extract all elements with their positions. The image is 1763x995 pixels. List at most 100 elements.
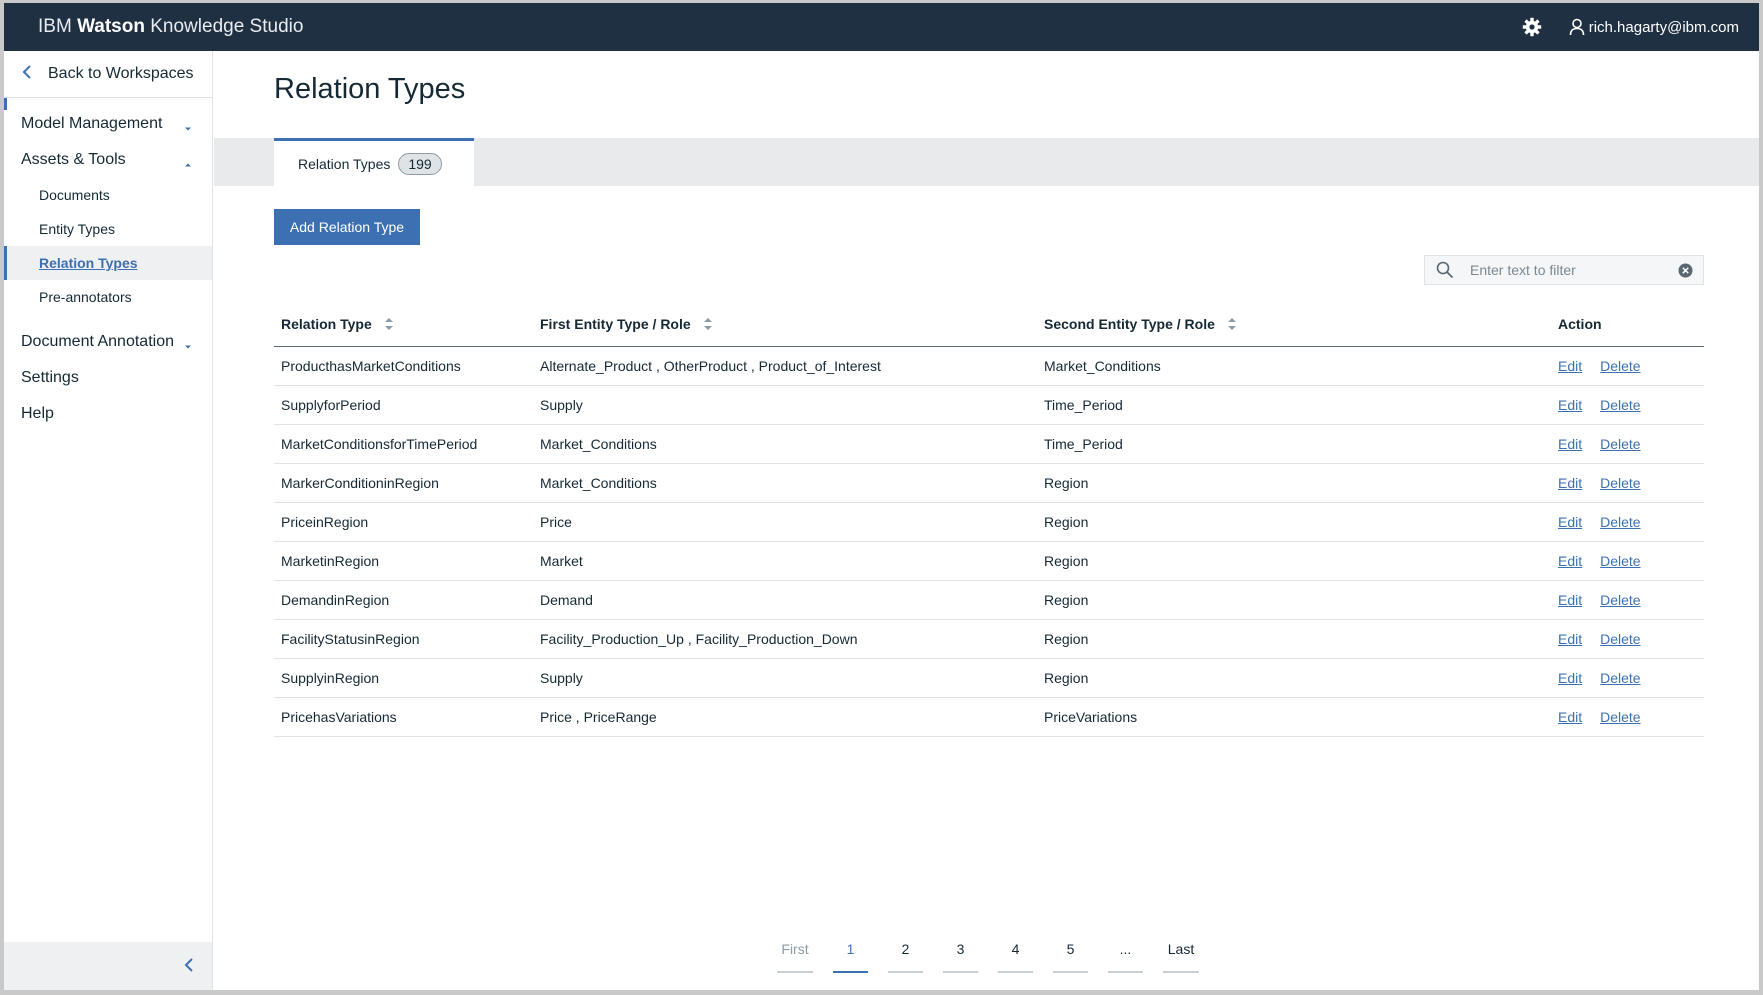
chevron-left-icon (184, 957, 194, 976)
clear-icon[interactable] (1678, 263, 1693, 278)
relation-type-cell: MarkerConditioninRegion (281, 475, 439, 491)
second-entity-cell: Region (1044, 592, 1089, 608)
relation-type-cell: DemandinRegion (281, 592, 390, 608)
delete-link[interactable]: Delete (1600, 553, 1640, 569)
sort-icon[interactable] (703, 317, 713, 331)
table-row: MarketinRegion Market Region Edit Delete (274, 542, 1704, 581)
pagination-page[interactable]: 5 (1053, 941, 1088, 973)
action-cell: Edit Delete (1551, 553, 1704, 569)
delete-link[interactable]: Delete (1600, 631, 1640, 647)
delete-link[interactable]: Delete (1600, 436, 1640, 452)
pagination-first[interactable]: First (777, 941, 813, 973)
delete-link[interactable]: Delete (1600, 514, 1640, 530)
filter-input[interactable] (1470, 262, 1670, 278)
tab-label: Relation Types (298, 155, 391, 172)
pagination-ellipsis[interactable]: ... (1108, 941, 1143, 973)
column-header-first-entity[interactable]: First Entity Type / Role (533, 316, 1037, 332)
table-row: MarketConditionsforTimePeriod Market_Con… (274, 425, 1704, 464)
delete-link[interactable]: Delete (1600, 670, 1640, 686)
second-entity-cell: Region (1044, 475, 1089, 491)
edit-link[interactable]: Edit (1558, 475, 1582, 491)
edit-link[interactable]: Edit (1558, 397, 1582, 413)
back-label: Back to Workspaces (48, 65, 194, 82)
sidebar-item-document-annotation[interactable]: Document Annotation (4, 324, 212, 360)
edit-link[interactable]: Edit (1558, 514, 1582, 530)
second-entity-cell: Region (1044, 514, 1089, 530)
user-menu[interactable]: rich.hagarty@ibm.com (1569, 18, 1739, 36)
caret-down-icon (184, 120, 192, 131)
sub-label: Documents (39, 187, 110, 203)
delete-link[interactable]: Delete (1600, 592, 1640, 608)
gear-icon[interactable] (1521, 16, 1543, 38)
edit-link[interactable]: Edit (1558, 358, 1582, 374)
first-entity-cell: Demand (540, 592, 593, 608)
second-entity-cell: Region (1044, 631, 1089, 647)
sub-label: Pre-annotators (39, 289, 132, 305)
action-cell: Edit Delete (1551, 631, 1704, 647)
user-email: rich.hagarty@ibm.com (1588, 18, 1739, 36)
column-header-second-entity[interactable]: Second Entity Type / Role (1037, 316, 1551, 332)
active-indicator (4, 98, 7, 110)
table-row: FacilityStatusinRegion Facility_Producti… (274, 620, 1704, 659)
action-cell: Edit Delete (1551, 670, 1704, 686)
sidebar-item-help[interactable]: Help (4, 396, 212, 432)
edit-link[interactable]: Edit (1558, 553, 1582, 569)
sidebar-collapse-button[interactable] (4, 942, 212, 990)
action-cell: Edit Delete (1551, 514, 1704, 530)
table-header: Relation Type First Entity Type / Role S… (274, 301, 1704, 347)
edit-link[interactable]: Edit (1558, 631, 1582, 647)
column-label: Second Entity Type / Role (1044, 315, 1215, 332)
table-row: DemandinRegion Demand Region Edit Delete (274, 581, 1704, 620)
pagination-last[interactable]: Last (1163, 941, 1199, 973)
back-to-workspaces-link[interactable]: Back to Workspaces (4, 51, 212, 98)
edit-link[interactable]: Edit (1558, 670, 1582, 686)
brand-suffix: Knowledge Studio (150, 16, 304, 37)
sidebar-item-assets-tools[interactable]: Assets & Tools (4, 142, 212, 178)
sidebar-item-entity-types[interactable]: Entity Types (4, 212, 212, 246)
first-entity-cell: Supply (540, 397, 583, 413)
delete-link[interactable]: Delete (1600, 397, 1640, 413)
delete-link[interactable]: Delete (1600, 709, 1640, 725)
relation-type-cell: SupplyinRegion (281, 670, 380, 686)
table-row: SupplyinRegion Supply Region Edit Delete (274, 659, 1704, 698)
caret-up-icon (184, 156, 192, 167)
second-entity-cell: PriceVariations (1044, 709, 1138, 725)
action-cell: Edit Delete (1551, 709, 1704, 725)
first-entity-cell: Market (540, 553, 583, 569)
tab-relation-types[interactable]: Relation Types 199 (274, 138, 474, 186)
table-body: ProducthasMarketConditions Alternate_Pro… (274, 347, 1704, 737)
pagination-page[interactable]: 1 (833, 941, 868, 973)
chevron-left-icon (22, 64, 36, 84)
edit-link[interactable]: Edit (1558, 592, 1582, 608)
add-relation-type-button[interactable]: Add Relation Type (274, 209, 420, 245)
table-row: MarkerConditioninRegion Market_Condition… (274, 464, 1704, 503)
delete-link[interactable]: Delete (1600, 475, 1640, 491)
sidebar-item-relation-types[interactable]: Relation Types (4, 246, 212, 280)
table-row: PricehasVariations Price , PriceRange Pr… (274, 698, 1704, 737)
second-entity-cell: Region (1044, 670, 1089, 686)
sidebar-item-documents[interactable]: Documents (4, 178, 212, 212)
sort-icon[interactable] (384, 317, 394, 331)
relation-type-cell: SupplyforPeriod (281, 397, 381, 413)
edit-link[interactable]: Edit (1558, 709, 1582, 725)
delete-link[interactable]: Delete (1600, 358, 1640, 374)
pagination-page[interactable]: 3 (943, 941, 978, 973)
product-brand: IBM Watson Knowledge Studio (38, 16, 303, 38)
top-header: IBM Watson Knowledge Studio rich.hagarty… (4, 3, 1759, 51)
action-cell: Edit Delete (1551, 436, 1704, 452)
first-entity-cell: Supply (540, 670, 583, 686)
sidebar-item-pre-annotators[interactable]: Pre-annotators (4, 280, 212, 314)
relation-type-cell: MarketinRegion (281, 553, 380, 569)
sidebar-item-settings[interactable]: Settings (4, 360, 212, 396)
sub-label: Entity Types (39, 221, 116, 237)
pagination-page[interactable]: 4 (998, 941, 1033, 973)
first-entity-cell: Facility_Production_Up , Facility_Produc… (540, 631, 858, 647)
sidebar-item-model-management[interactable]: Model Management (4, 106, 212, 142)
first-entity-cell: Market_Conditions (540, 475, 657, 491)
search-icon (1436, 261, 1454, 279)
pagination-page[interactable]: 2 (888, 941, 923, 973)
column-header-relation-type[interactable]: Relation Type (274, 316, 533, 332)
edit-link[interactable]: Edit (1558, 436, 1582, 452)
nav-label: Help (21, 405, 54, 422)
sort-icon[interactable] (1227, 317, 1237, 331)
